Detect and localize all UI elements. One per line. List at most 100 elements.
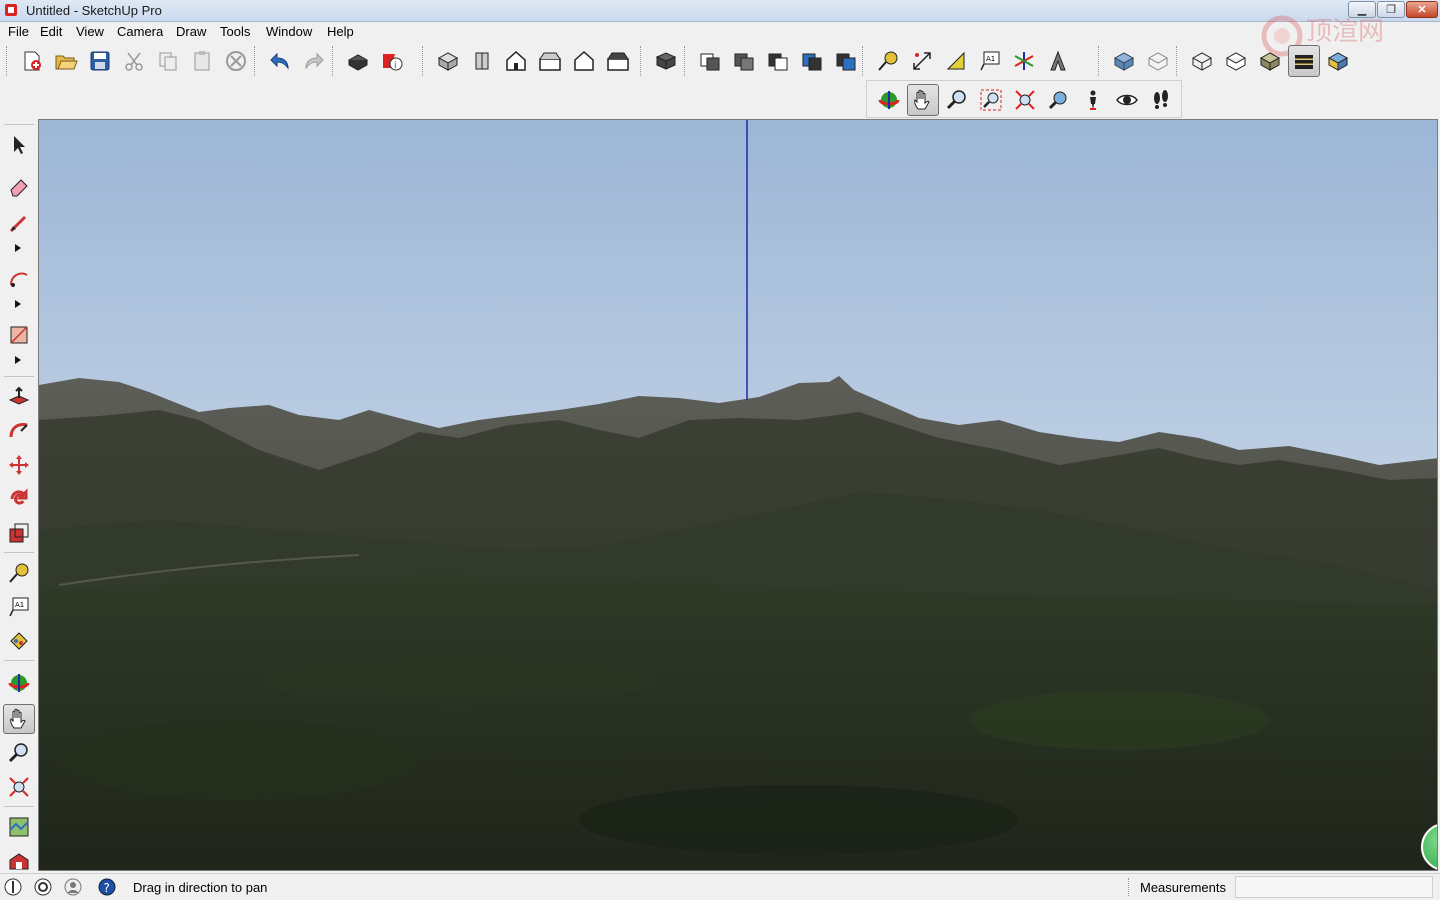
toolbar-grip[interactable] [862,46,866,76]
toolbar-grip[interactable] [684,46,688,76]
toolbar-grip[interactable] [640,46,644,76]
select-icon[interactable] [3,130,35,160]
views-toolbar [422,43,634,79]
left-view-icon[interactable] [602,45,634,77]
pan-icon[interactable] [907,84,939,116]
menu-view[interactable]: View [76,24,104,39]
section-display-icon[interactable] [830,45,862,77]
text-icon[interactable]: A1 [974,45,1006,77]
ground-patch [259,655,659,705]
toolbar-grip[interactable] [254,46,258,76]
paste-icon[interactable] [186,45,218,77]
menu-bar: File Edit View Camera Draw Tools Window … [0,22,1440,41]
map-icon[interactable] [3,812,35,842]
text-icon[interactable]: A1 [3,592,35,622]
component-icon[interactable] [650,45,682,77]
zoom-icon[interactable] [941,84,973,116]
shape-flyout-arrow[interactable] [15,356,21,364]
user-icon[interactable] [63,877,83,897]
toolbar-grip[interactable] [6,46,10,76]
camera-toolbar-buttons [873,82,1177,118]
axes-icon[interactable] [1008,45,1040,77]
right-view-icon[interactable] [534,45,566,77]
menu-tools[interactable]: Tools [220,24,250,39]
sketchup-app-icon[interactable] [4,3,18,17]
back-view-icon[interactable] [568,45,600,77]
print-icon[interactable] [342,45,374,77]
model-viewport[interactable]: 35 [38,119,1438,871]
credits-icon[interactable] [33,877,53,897]
copy-icon[interactable] [152,45,184,77]
hidden-line-icon[interactable] [1220,45,1252,77]
arc-flyout-arrow[interactable] [15,300,21,308]
terrain-scene[interactable] [39,120,1438,871]
toolbar-grip[interactable] [1098,46,1102,76]
scale-icon[interactable] [3,518,35,548]
move-icon[interactable] [3,450,35,480]
push-pull-icon[interactable] [3,382,35,412]
toolbar-separator [4,806,34,807]
new-icon[interactable] [16,45,48,77]
section-cuts-icon[interactable] [762,45,794,77]
display-section-icon[interactable] [694,45,726,77]
menu-camera[interactable]: Camera [117,24,163,39]
redo-icon[interactable] [298,45,330,77]
follow-me-icon[interactable] [3,416,35,446]
measurements-input[interactable] [1235,876,1433,898]
iso-view-icon[interactable] [432,45,464,77]
ground-patch [59,720,419,800]
toolbar-grip[interactable] [332,46,336,76]
toolbar-grip[interactable] [422,46,426,76]
pan-icon[interactable] [3,704,35,734]
xray-icon[interactable] [1108,45,1140,77]
toolbar-grip[interactable] [1176,46,1180,76]
zoom-extents-icon[interactable] [3,772,35,802]
cut-icon[interactable] [118,45,150,77]
arc-icon[interactable] [3,264,35,294]
paint-bucket-icon[interactable] [3,626,35,656]
previous-view-icon[interactable] [1043,84,1075,116]
walk-icon[interactable] [1145,84,1177,116]
menu-edit[interactable]: Edit [40,24,62,39]
3d-text-icon[interactable] [1042,45,1074,77]
menu-file[interactable]: File [8,24,29,39]
section-plane-icon[interactable] [728,45,760,77]
line-flyout-arrow[interactable] [15,244,21,252]
zoom-window-icon[interactable] [975,84,1007,116]
top-view-icon[interactable] [466,45,498,77]
position-camera-icon[interactable] [1077,84,1109,116]
geo-location-icon[interactable] [3,877,23,897]
model-info-icon[interactable]: i [376,45,408,77]
svg-text:A1: A1 [15,601,24,609]
protractor-icon[interactable] [940,45,972,77]
front-view-icon[interactable] [500,45,532,77]
shaded-icon[interactable] [1254,45,1286,77]
wireframe-icon[interactable] [1186,45,1218,77]
orbit-icon[interactable] [3,668,35,698]
erase-icon[interactable] [220,45,252,77]
undo-icon[interactable] [264,45,296,77]
section-fill-icon[interactable] [796,45,828,77]
look-around-icon[interactable] [1111,84,1143,116]
open-icon[interactable] [50,45,82,77]
menu-window[interactable]: Window [266,24,312,39]
toolbar-grip[interactable] [4,124,34,125]
rotate-icon[interactable] [3,484,35,514]
menu-help[interactable]: Help [327,24,354,39]
dimension-icon[interactable] [906,45,938,77]
monochrome-icon[interactable] [1322,45,1354,77]
line-icon[interactable] [3,208,35,238]
menu-draw[interactable]: Draw [176,24,206,39]
shaded-textures-icon[interactable] [1288,45,1320,77]
zoom-icon[interactable] [3,738,35,768]
help-icon[interactable]: ? [97,877,117,897]
tape-measure-icon[interactable] [872,45,904,77]
tape-measure-icon[interactable] [3,558,35,588]
warehouse-icon[interactable] [3,846,35,876]
eraser-icon[interactable] [3,172,35,202]
zoom-extents-icon[interactable] [1009,84,1041,116]
rectangle-icon[interactable] [3,320,35,350]
orbit-icon[interactable] [873,84,905,116]
back-edges-icon[interactable] [1142,45,1174,77]
save-icon[interactable] [84,45,116,77]
